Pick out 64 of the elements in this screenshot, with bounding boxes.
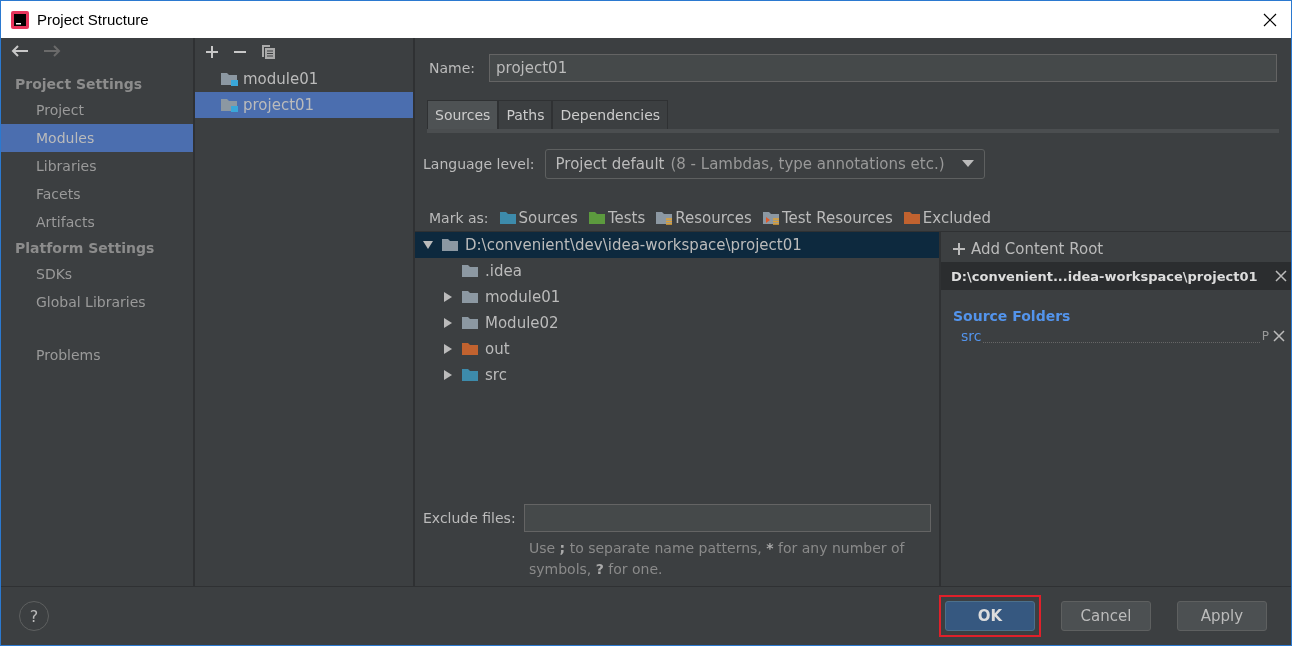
add-content-root-button[interactable]: Add Content Root — [941, 232, 1291, 262]
module-name: module01 — [243, 70, 319, 88]
section-heading: Project Settings — [14, 75, 144, 94]
folder-name: Module02 — [485, 314, 559, 332]
source-folder-name: src — [961, 328, 982, 344]
triangle-right-icon[interactable] — [442, 291, 454, 303]
back-arrow-icon[interactable] — [11, 44, 29, 58]
triangle-right-icon[interactable] — [442, 369, 454, 381]
tree-row[interactable]: .idea — [415, 258, 939, 284]
content-root-path: D:\convenient...idea-workspace\project01 — [951, 268, 1258, 284]
folder-name: out — [485, 340, 510, 358]
module-folder-icon — [220, 98, 238, 112]
tab[interactable]: Dependencies — [552, 100, 669, 129]
tab[interactable]: Paths — [498, 100, 553, 129]
mark-as-option[interactable]: Tests — [587, 209, 646, 227]
dialog-button[interactable]: OK — [945, 601, 1035, 631]
nav-item[interactable]: SDKs — [1, 260, 193, 288]
mark-as-option[interactable]: Test Resources — [761, 209, 893, 227]
exclude-files-field[interactable] — [523, 504, 931, 532]
language-level-dropdown[interactable]: Project default (8 - Lambdas, type annotations etc.) — [544, 149, 985, 179]
triangle-right-icon[interactable] — [442, 343, 454, 355]
nav-item[interactable]: Problems — [1, 341, 193, 369]
triangle-down-icon[interactable] — [422, 239, 434, 251]
close-icon[interactable] — [1275, 270, 1287, 282]
section-heading: Platform Settings — [14, 239, 156, 258]
module-name: project01 — [243, 96, 315, 114]
tree-row[interactable]: Module02 — [415, 310, 939, 336]
mark-as-option[interactable]: Excluded — [902, 209, 992, 227]
name-field[interactable]: project01 — [489, 54, 1277, 82]
exclude-files-label: Exclude files: — [423, 510, 516, 526]
mark-as-label: Mark as: — [429, 210, 489, 226]
tree-row[interactable]: out — [415, 336, 939, 362]
folder-name: src — [485, 366, 507, 384]
module-folder-icon — [220, 72, 238, 86]
source-folders-heading: Source Folders — [952, 307, 1072, 326]
nav-item[interactable]: Project — [1, 96, 193, 124]
dialog-button[interactable]: Apply — [1177, 601, 1267, 631]
nav-item[interactable]: Artifacts — [1, 208, 193, 236]
dialog-button[interactable]: Cancel — [1061, 601, 1151, 631]
tree-row[interactable]: D:\convenient\dev\idea-workspace\project01 — [415, 232, 939, 258]
exclude-hint: Use ; to separate name patterns, * for any number of symbols, ? for one. — [529, 539, 906, 579]
nav-item[interactable]: Libraries — [1, 152, 193, 180]
name-label: Name: — [429, 60, 476, 76]
close-icon[interactable] — [1263, 12, 1277, 27]
window-title: Project Structure — [37, 11, 149, 28]
folder-name: .idea — [485, 262, 522, 280]
nav-item[interactable]: Facets — [1, 180, 193, 208]
tab[interactable]: Sources — [427, 100, 499, 129]
copy-icon[interactable] — [261, 44, 276, 60]
tree-row[interactable]: module01 — [415, 284, 939, 310]
language-level-label: Language level: — [423, 156, 535, 172]
module-item[interactable]: module01 — [195, 66, 413, 92]
dropdown-caret-icon — [961, 160, 974, 168]
package-prefix-button[interactable]: P — [1261, 329, 1269, 343]
plus-icon — [953, 243, 965, 255]
app-logo-icon — [11, 10, 29, 29]
tree-row[interactable]: src — [415, 362, 939, 388]
mark-as-option[interactable]: Sources — [498, 209, 578, 227]
folder-name: module01 — [485, 288, 561, 306]
triangle-right-icon[interactable] — [442, 317, 454, 329]
nav-item[interactable]: Global Libraries — [1, 288, 193, 316]
mark-as-option[interactable]: Resources — [655, 209, 752, 227]
folder-name: D:\convenient\dev\idea-workspace\project01 — [465, 236, 802, 254]
plus-icon[interactable] — [205, 45, 219, 59]
